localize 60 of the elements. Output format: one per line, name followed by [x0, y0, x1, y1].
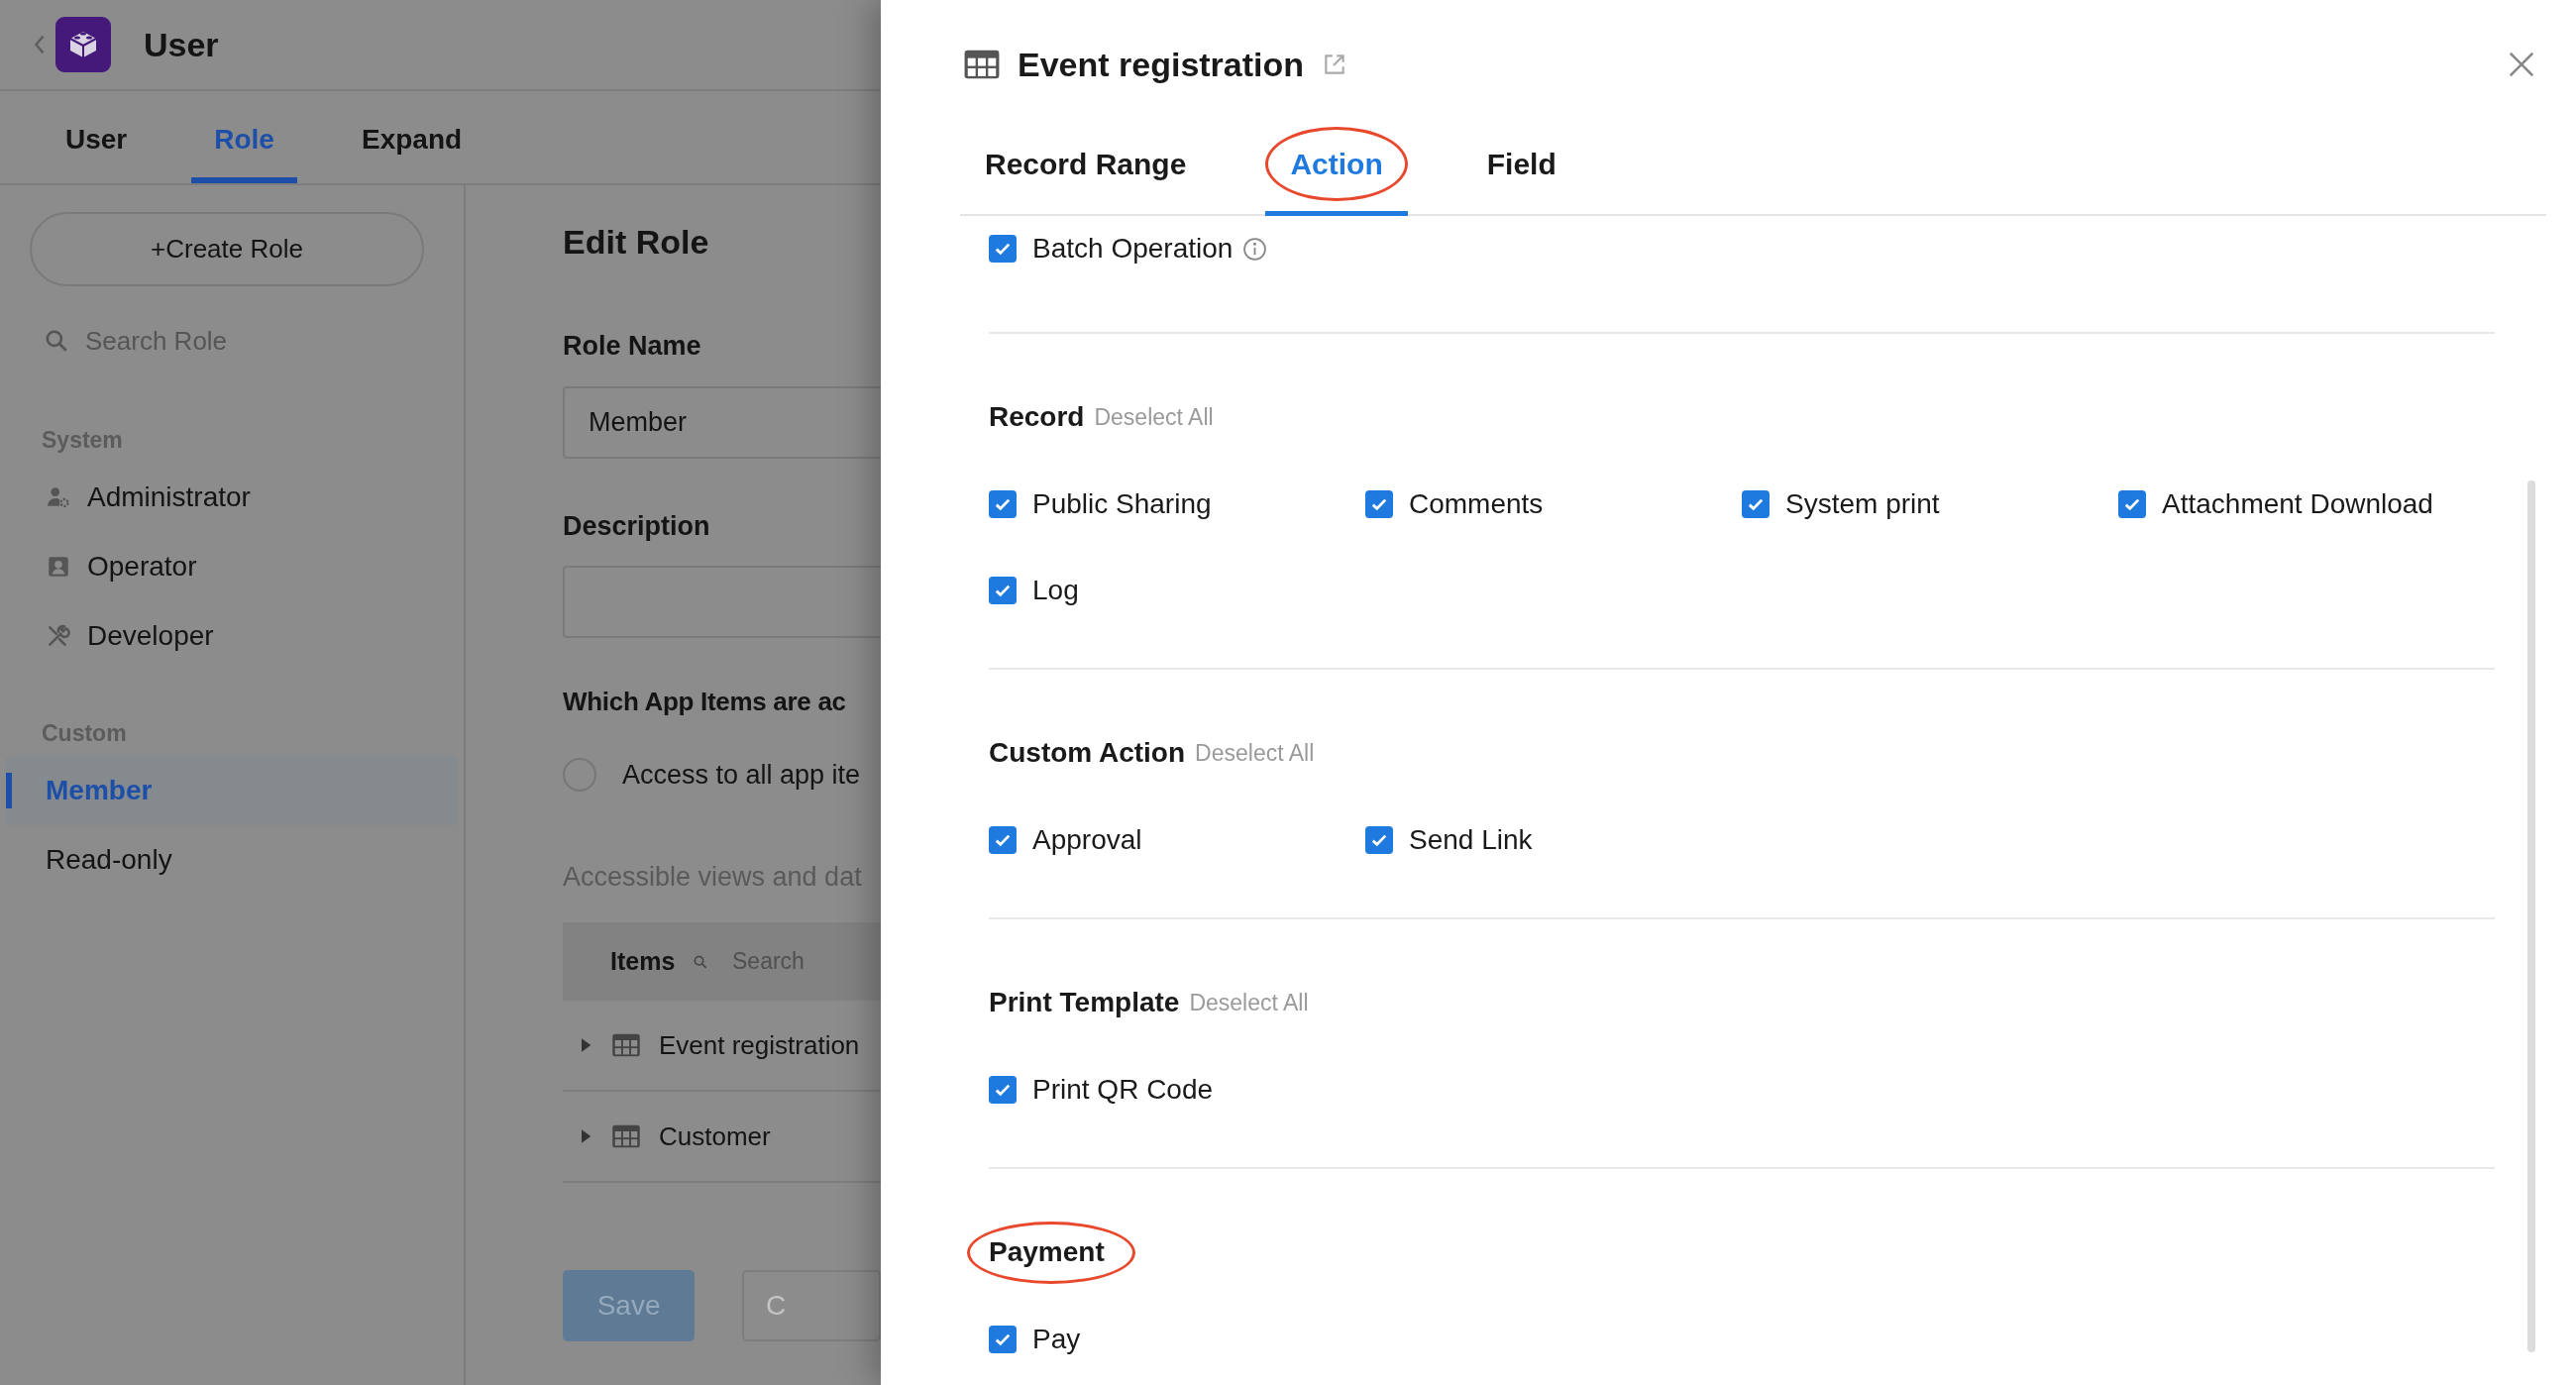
tab[interactable]: Record Range: [960, 117, 1212, 216]
table-icon: [611, 1032, 641, 1058]
checkbox-label: System print: [1785, 486, 1940, 521]
checkbox-label: Comments: [1409, 486, 1544, 521]
item-label: Customer: [659, 1119, 771, 1153]
column-header: Items: [610, 945, 676, 977]
checkbox-label: Approval: [1032, 822, 1142, 857]
sidebar-item[interactable]: Administrator: [6, 463, 458, 532]
field-label: Which App Items are ac: [563, 686, 847, 718]
tools-icon: [46, 623, 71, 649]
checkbox-label: Public Sharing: [1032, 486, 1212, 521]
checkbox[interactable]: [1742, 489, 1770, 518]
checkbox[interactable]: [989, 1325, 1017, 1353]
checkbox-label: Send Link: [1409, 822, 1533, 857]
section-title: Payment: [989, 1231, 1105, 1273]
checkbox[interactable]: [2118, 489, 2146, 518]
field-label: Description: [563, 509, 711, 543]
checkbox[interactable]: [1365, 825, 1393, 854]
radio-label: Access to all app ite: [622, 759, 861, 792]
checkbox-label: Print QR Code: [1032, 1072, 1214, 1107]
tab[interactable]: User: [43, 91, 151, 183]
table-icon: [963, 49, 1001, 80]
drawer-title: Event registration: [1018, 44, 1305, 85]
checkbox[interactable]: [989, 235, 1017, 263]
create-role-button[interactable]: +Create Role: [30, 212, 424, 286]
info-icon[interactable]: [1242, 236, 1268, 262]
checkbox-label: Log: [1032, 573, 1079, 607]
page-title: User: [144, 24, 219, 65]
checkbox[interactable]: [989, 825, 1017, 854]
tab[interactable]: Expand: [338, 91, 485, 183]
search-icon: [44, 328, 69, 354]
checkbox[interactable]: [989, 489, 1017, 518]
close-icon[interactable]: [2507, 50, 2536, 79]
section-title: Custom Action: [989, 736, 1186, 770]
scrollbar[interactable]: [2527, 480, 2535, 1352]
checkbox-label: Pay: [1032, 1322, 1081, 1356]
tab[interactable]: Field: [1461, 117, 1581, 216]
checkbox-label: Attachment Download: [2162, 486, 2433, 521]
item-label: Event registration: [659, 1028, 860, 1062]
section-title: Record: [989, 400, 1085, 434]
field-label: Role Name: [563, 330, 702, 363]
checkbox[interactable]: [989, 576, 1017, 604]
deselect-all-link[interactable]: Deselect All: [1195, 735, 1315, 771]
sidebar-item[interactable]: Developer: [6, 601, 458, 671]
sidebar-item[interactable]: Read-only: [6, 825, 458, 895]
section-title: Print Template: [989, 986, 1180, 1019]
checkbox-label: Batch Operation: [1032, 232, 1234, 266]
person-gear-icon: [46, 484, 71, 510]
description-field[interactable]: [563, 566, 881, 638]
deselect-all-link[interactable]: Deselect All: [1094, 399, 1214, 435]
table-icon: [611, 1123, 641, 1149]
app-logo-icon: [55, 17, 111, 72]
deselect-all-link[interactable]: Deselect All: [1189, 985, 1309, 1020]
checkbox[interactable]: [1365, 489, 1393, 518]
checkbox[interactable]: [989, 1075, 1017, 1104]
sidebar-item[interactable]: Operator: [6, 532, 458, 601]
role-name-field[interactable]: Member: [563, 385, 881, 459]
tab[interactable]: Action: [1265, 117, 1408, 216]
section-title: Edit Role: [563, 222, 710, 263]
badge-icon: [46, 554, 71, 580]
